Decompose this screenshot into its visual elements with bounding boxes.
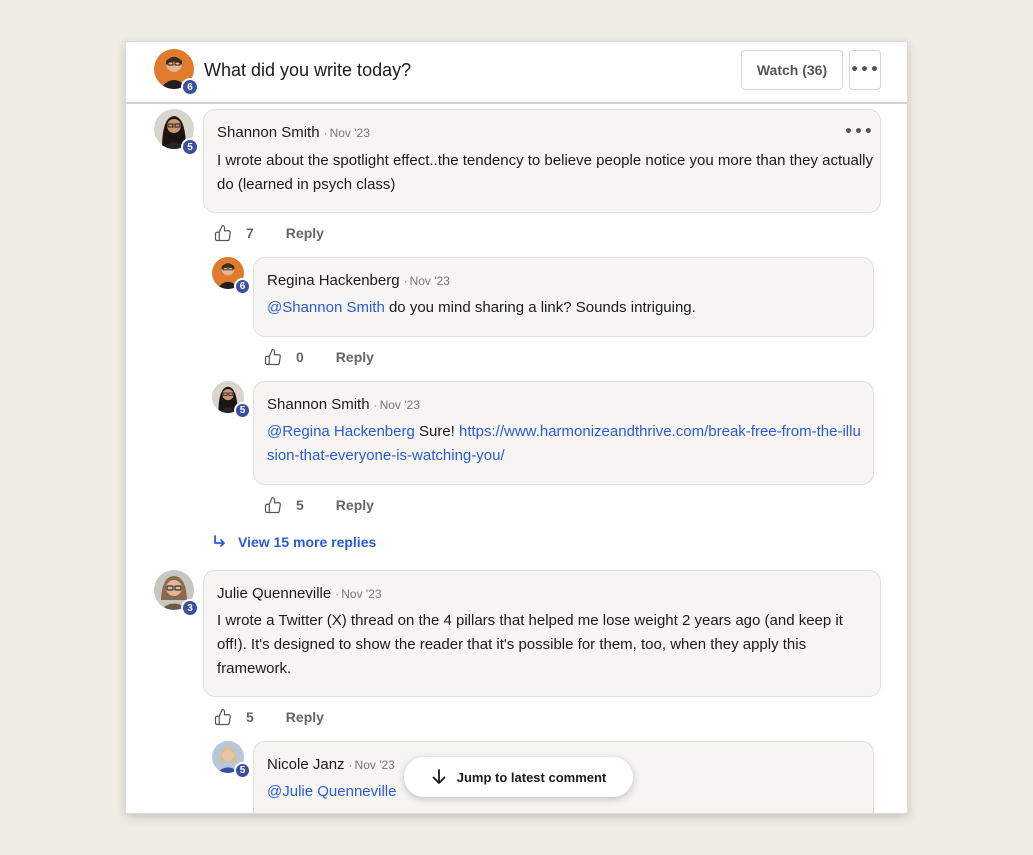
comment-date[interactable]: Nov '23 bbox=[410, 274, 450, 288]
reply-button[interactable]: Reply bbox=[336, 349, 374, 365]
thumbs-up-icon[interactable] bbox=[264, 348, 282, 366]
comment-card: Julie Quenneville · Nov '23 I wrote a Twit… bbox=[203, 570, 881, 697]
reply-button[interactable]: Reply bbox=[286, 225, 324, 241]
comment-actions: 7 Reply bbox=[214, 223, 324, 243]
like-count: 5 bbox=[246, 709, 254, 725]
avatar-nicole[interactable]: 5 bbox=[212, 741, 251, 779]
level-badge: 3 bbox=[181, 599, 199, 617]
topic-header: 6 What did you write today? Watch (36) •… bbox=[126, 42, 907, 104]
author-name[interactable]: Julie Quenneville bbox=[217, 585, 331, 602]
comment-author: Shannon Smith · Nov '23 bbox=[267, 396, 420, 413]
level-badge: 5 bbox=[234, 762, 251, 779]
thumbs-up-icon[interactable] bbox=[264, 496, 282, 514]
level-badge: 5 bbox=[181, 138, 199, 156]
level-badge: 5 bbox=[234, 402, 251, 419]
reply-button[interactable]: Reply bbox=[286, 709, 324, 725]
like-count: 5 bbox=[296, 497, 304, 513]
comment-more-icon[interactable]: ••• bbox=[844, 124, 874, 140]
comment-author: Nicole Janz · Nov '23 bbox=[267, 756, 395, 773]
thumbs-up-icon[interactable] bbox=[214, 224, 232, 242]
comment-author: Shannon Smith · Nov '23 bbox=[217, 124, 370, 141]
author-name[interactable]: Regina Hackenberg bbox=[267, 272, 400, 289]
author-name[interactable]: Shannon Smith bbox=[267, 396, 370, 413]
more-dots-icon: ••• bbox=[850, 62, 880, 78]
comment-body: @Shannon Smith do you mind sharing a lin… bbox=[267, 296, 867, 320]
level-badge: 6 bbox=[234, 278, 251, 295]
comment-body: @Regina Hackenberg Sure! https://www.har… bbox=[267, 420, 867, 468]
thumbs-up-icon[interactable] bbox=[214, 708, 232, 726]
comment-body: I wrote a Twitter (X) thread on the 4 pi… bbox=[217, 612, 843, 677]
avatar-shannon[interactable]: 5 bbox=[212, 381, 251, 419]
jump-label: Jump to latest comment bbox=[456, 769, 607, 785]
comment-card: Regina Hackenberg · Nov '23 @Shannon Smith… bbox=[253, 257, 874, 337]
comment-text: Sure! bbox=[414, 423, 459, 440]
avatar-julie[interactable]: 3 bbox=[154, 570, 199, 617]
mention-link[interactable]: @Regina Hackenberg bbox=[267, 423, 415, 440]
comment-card: Shannon Smith · Nov '23 ••• I wrote about … bbox=[203, 109, 881, 213]
author-name[interactable]: Nicole Janz bbox=[267, 756, 345, 773]
comment-author: Regina Hackenberg · Nov '23 bbox=[267, 272, 450, 289]
reply-arrow-icon bbox=[214, 535, 225, 547]
comment-body: I wrote about the spotlight effect..the … bbox=[217, 152, 873, 193]
comment-card: Shannon Smith · Nov '23 @Regina Hackenberg… bbox=[253, 381, 874, 485]
comment-actions: 5 Reply bbox=[214, 707, 324, 727]
comment-date[interactable]: Nov '23 bbox=[341, 587, 381, 601]
view-more-replies-link[interactable]: View 15 more replies bbox=[212, 534, 376, 550]
avatar-regina-header[interactable]: 6 bbox=[154, 49, 199, 96]
page-title: What did you write today? bbox=[204, 60, 412, 80]
like-count: 7 bbox=[246, 225, 254, 241]
comment-date[interactable]: Nov '23 bbox=[330, 126, 370, 140]
comment-actions: 5 Reply bbox=[264, 495, 374, 515]
avatar-regina[interactable]: 6 bbox=[212, 257, 251, 295]
like-count: 0 bbox=[296, 349, 304, 365]
comment-author: Julie Quenneville · Nov '23 bbox=[217, 585, 382, 602]
more-options-button[interactable]: ••• bbox=[849, 50, 881, 90]
mention-link[interactable]: @Julie Quenneville bbox=[267, 783, 396, 800]
watch-button[interactable]: Watch (36) bbox=[741, 50, 843, 90]
jump-to-latest-button[interactable]: Jump to latest comment bbox=[404, 757, 633, 797]
discussion-panel: 6 What did you write today? Watch (36) •… bbox=[125, 41, 908, 814]
comment-text: do you mind sharing a link? Sounds intri… bbox=[384, 299, 696, 316]
comment-date[interactable]: Nov '23 bbox=[380, 398, 420, 412]
comment-actions: 0 Reply bbox=[264, 347, 374, 367]
mention-link[interactable]: @Shannon Smith bbox=[267, 299, 385, 316]
view-more-label: View 15 more replies bbox=[238, 534, 377, 550]
level-badge: 6 bbox=[181, 78, 199, 96]
comment-date[interactable]: Nov '23 bbox=[355, 758, 395, 772]
avatar-shannon[interactable]: 5 bbox=[154, 109, 199, 156]
author-name[interactable]: Shannon Smith bbox=[217, 124, 320, 141]
reply-button[interactable]: Reply bbox=[336, 497, 374, 513]
arrow-down-icon bbox=[432, 769, 446, 784]
